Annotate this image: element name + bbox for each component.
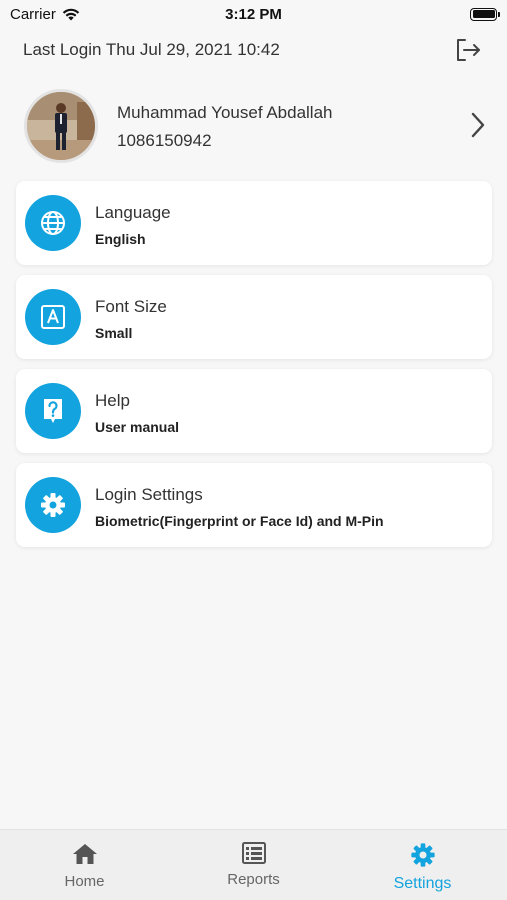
wifi-icon xyxy=(62,8,80,20)
setting-value: User manual xyxy=(95,419,180,435)
setting-language[interactable]: Language English xyxy=(16,181,492,265)
gear-icon xyxy=(410,843,435,867)
tab-label: Home xyxy=(64,873,105,890)
profile-name: Muhammad Yousef Abdallah xyxy=(117,103,333,122)
profile-id-number: 1086150942 xyxy=(117,131,212,150)
tab-settings[interactable]: Settings xyxy=(338,830,507,900)
carrier-group: Carrier xyxy=(10,6,80,23)
battery-icon xyxy=(470,7,500,21)
font-icon xyxy=(25,289,81,345)
setting-title: Help xyxy=(95,391,130,410)
profile-row[interactable]: Muhammad Yousef Abdallah 1086150942 xyxy=(0,85,507,165)
avatar xyxy=(24,89,98,163)
setting-value: English xyxy=(95,231,146,247)
tab-bar: Home Reports Settings xyxy=(0,829,507,900)
last-login-text: Last Login Thu Jul 29, 2021 10:42 xyxy=(23,40,280,59)
home-icon xyxy=(72,844,97,864)
chevron-right-icon[interactable] xyxy=(464,110,492,140)
tab-reports[interactable]: Reports xyxy=(169,830,338,900)
logout-button[interactable] xyxy=(451,34,485,66)
list-icon xyxy=(241,842,266,864)
setting-value: Small xyxy=(95,325,133,341)
setting-font-size[interactable]: Font Size Small xyxy=(16,275,492,359)
globe-icon xyxy=(25,195,81,251)
setting-login[interactable]: Login Settings Biometric(Fingerprint or … xyxy=(16,463,492,547)
status-bar: Carrier 3:12 PM xyxy=(0,0,507,28)
tab-label: Reports xyxy=(227,871,280,888)
gear-icon xyxy=(25,477,81,533)
setting-title: Font Size xyxy=(95,297,167,316)
tab-home[interactable]: Home xyxy=(0,830,169,900)
tab-label: Settings xyxy=(393,875,452,892)
carrier-label: Carrier xyxy=(10,5,56,23)
help-icon xyxy=(25,383,81,439)
logout-icon xyxy=(457,39,480,61)
setting-value: Biometric(Fingerprint or Face Id) and M-… xyxy=(95,513,384,529)
setting-title: Language xyxy=(95,203,171,222)
setting-help[interactable]: Help User manual xyxy=(16,369,492,453)
setting-title: Login Settings xyxy=(95,485,203,504)
